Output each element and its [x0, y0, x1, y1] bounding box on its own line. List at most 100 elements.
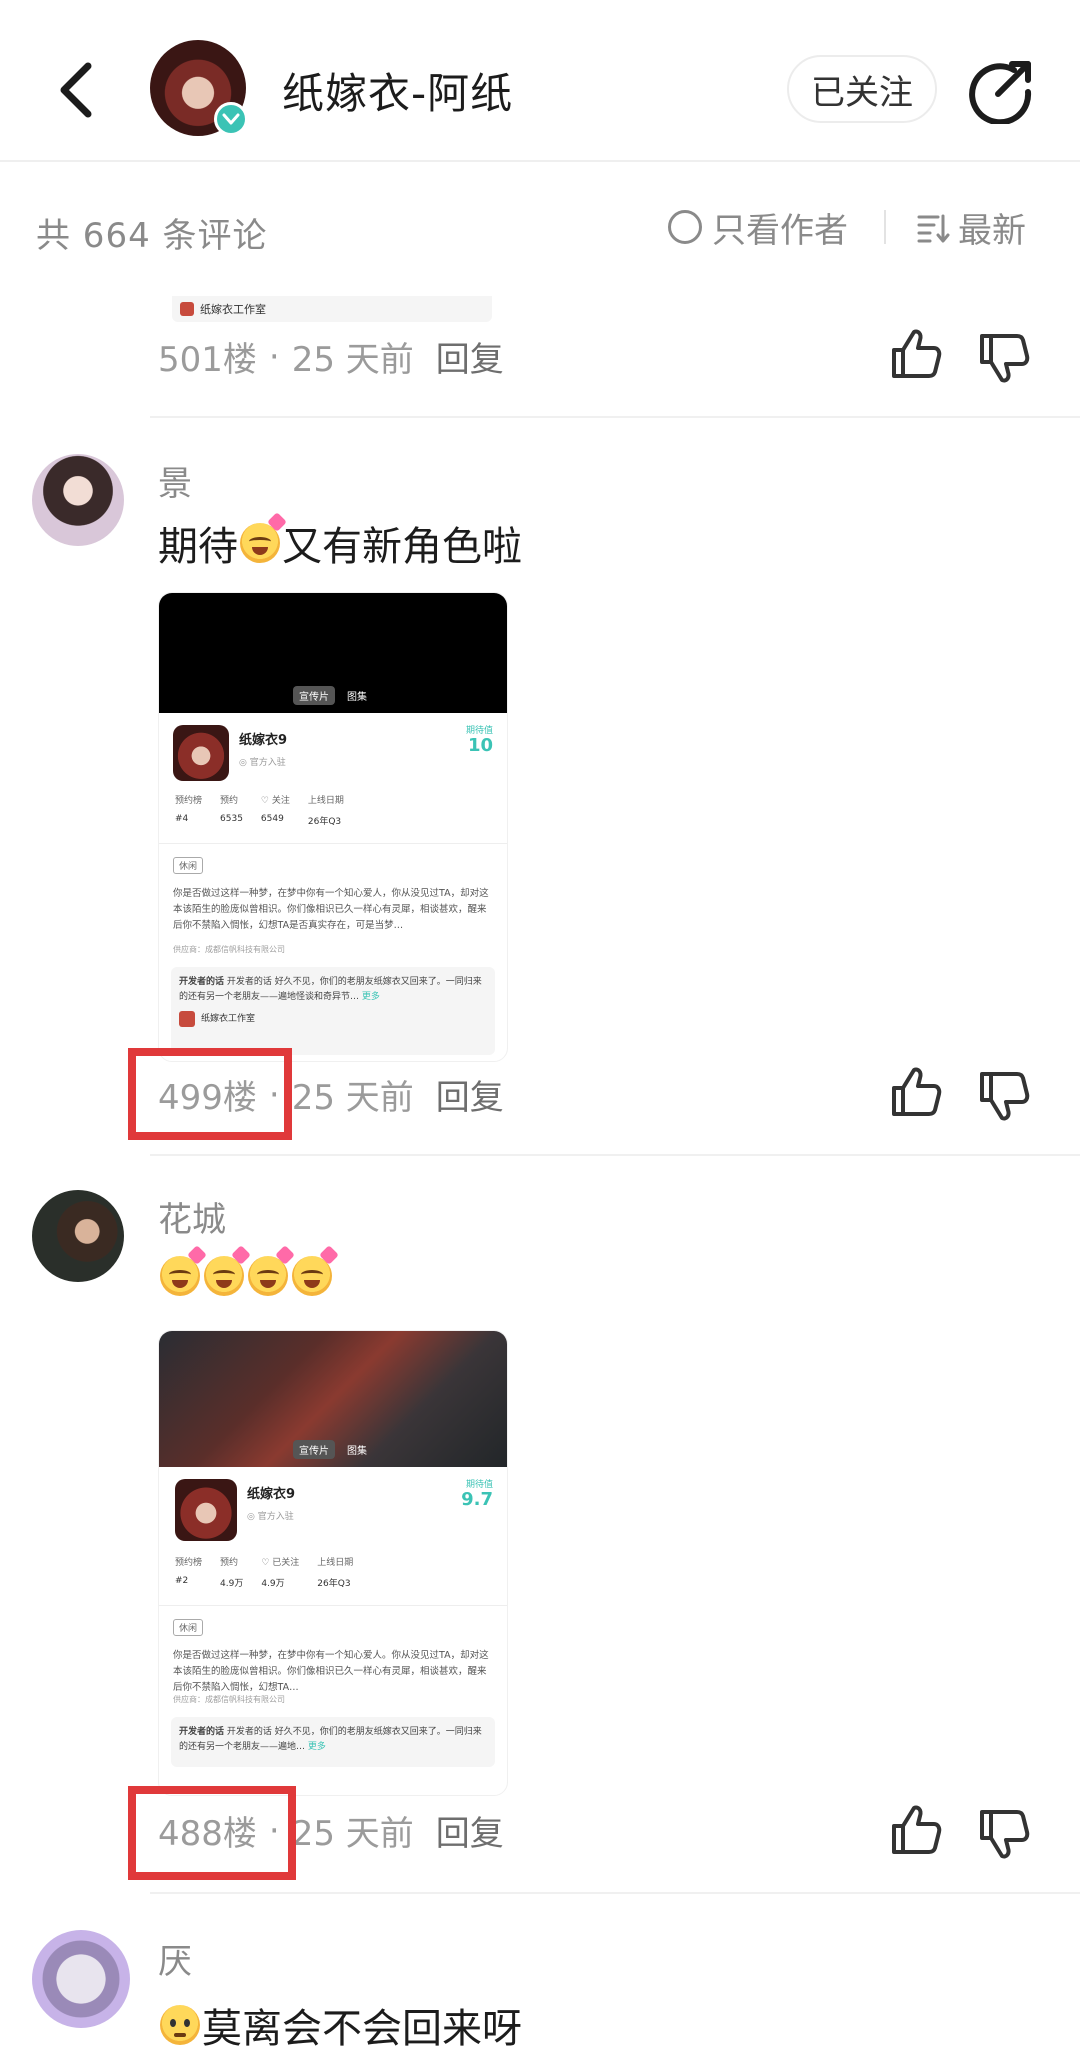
divider	[150, 1892, 1080, 1894]
comment-time: 25 天前	[291, 340, 414, 380]
blush-emoji-icon	[240, 512, 287, 563]
banner-tabs: 宣传片 图集	[293, 686, 373, 705]
blush-emoji-icon	[248, 1245, 295, 1296]
dev-note-text: 开发者的话 好久不见，你们的老朋友纸嫁衣又回来了。一同归来的还有另一个老朋友——…	[179, 1727, 482, 1752]
stat-item: 上线日期 26年Q3	[307, 796, 344, 827]
studio-name: 纸嫁衣工作室	[201, 1013, 256, 1024]
radio-circle-icon	[668, 210, 702, 244]
app-description: 你是否做过这样一种梦，在梦中你有一个知心爱人，你从没见过TA，却对这本该陌生的脸…	[173, 888, 489, 931]
blush-emoji-icon	[160, 1245, 207, 1296]
stat-item: 预约榜 #4	[175, 796, 203, 824]
commenter-name[interactable]: 厌	[158, 1934, 192, 1983]
divider	[159, 843, 507, 844]
thumbs-up-icon	[892, 1067, 942, 1116]
divider	[150, 1154, 1080, 1156]
verified-badge-icon	[214, 102, 248, 136]
commenter-name[interactable]: 景	[158, 456, 192, 505]
more-link[interactable]: 更多	[308, 1742, 326, 1752]
stat-item: 预约 6535	[220, 796, 243, 824]
dev-note-title: 开发者的话	[179, 1727, 225, 1737]
tab-video[interactable]: 宣传片	[293, 686, 335, 705]
comment-meta: 501楼 · 25 天前 回复	[158, 332, 504, 381]
app-info: 纸嫁衣9 ◎ 官方入驻 期待值 10	[159, 713, 507, 793]
floor-number: 501楼	[158, 340, 257, 380]
comment-text: 期待 又有新角色啦	[158, 512, 522, 572]
chevron-left-icon	[60, 62, 92, 118]
score-value: 9.7	[461, 1489, 493, 1510]
supplier-text: 供应商：成都信帆科技有限公司	[173, 945, 285, 954]
sort-button[interactable]: 最新	[916, 204, 1026, 251]
score-value: 10	[467, 735, 493, 756]
follow-button[interactable]: 已关注	[787, 55, 937, 123]
app-icon	[175, 1479, 237, 1541]
thumbs-up-icon	[892, 329, 942, 378]
developer-note: 开发者的话 开发者的话 好久不见，你们的老朋友纸嫁衣又回来了。一同归来的还有另一…	[171, 967, 495, 1055]
stat-item: 预约榜 #2	[175, 1558, 203, 1586]
studio-name: 纸嫁衣工作室	[200, 303, 266, 316]
tab-gallery[interactable]: 图集	[341, 686, 373, 705]
pleading-emoji-icon	[160, 2005, 200, 2045]
game-card[interactable]: 宣传片 图集 纸嫁衣9 ◎ 官方入驻 期待值 9.7 预约榜 #2 预约 4.9万 …	[158, 1330, 508, 1796]
card-banner[interactable]: 宣传片 图集	[159, 1331, 507, 1467]
thumbs-down-icon	[980, 1072, 1030, 1121]
stat-item: ♡ 关注 6549	[260, 796, 290, 824]
blush-emoji-icon	[204, 1245, 251, 1296]
stat-item: 预约 4.9万	[220, 1558, 244, 1589]
supplier-text: 供应商：成都信帆科技有限公司	[173, 1695, 285, 1704]
app-description: 你是否做过这样一种梦，在梦中你有一个知心爱人。你从没见过TA，却对这本该陌生的脸…	[173, 1650, 489, 1692]
stat-item: ♡ 已关注 4.9万	[261, 1558, 300, 1589]
comment-text-part: 期待	[158, 524, 238, 570]
app-name: 纸嫁衣9	[247, 1487, 296, 1502]
comment-text: 莫离会不会回来呀	[158, 1996, 522, 2054]
dislike-button[interactable]	[976, 1068, 1032, 1124]
tab-video[interactable]: 宣传片	[293, 1440, 335, 1459]
reply-button[interactable]: 回复	[436, 1806, 504, 1855]
comment-text-part: 莫离会不会回来呀	[202, 2006, 522, 2052]
back-button[interactable]	[48, 55, 104, 125]
genre-tag: 休闲	[173, 1619, 204, 1636]
comment-text	[158, 1245, 339, 1296]
comment-count: 共 664 条评论	[36, 216, 268, 256]
app-info: 纸嫁衣9 ◎ 官方入驻 期待值 9.7	[159, 1467, 507, 1547]
like-button[interactable]	[888, 326, 944, 382]
blush-emoji-icon	[292, 1245, 339, 1296]
share-icon	[969, 61, 1032, 126]
comment-time: 25 天前	[291, 1814, 414, 1854]
official-tag: ◎ 官方入驻	[247, 1512, 294, 1522]
dislike-button[interactable]	[976, 330, 1032, 386]
banner-tabs: 宣传片 图集	[293, 1440, 373, 1459]
app-stats: 预约榜 #2 预约 4.9万 ♡ 已关注 4.9万 上线日期 26年Q3	[159, 1555, 507, 1599]
top-bar: 纸嫁衣-阿纸 已关注	[0, 0, 1080, 162]
commenter-name[interactable]: 花城	[158, 1192, 226, 1241]
studio-row: 纸嫁衣工作室	[179, 1011, 487, 1027]
partial-card-footer: 纸嫁衣工作室	[172, 296, 492, 322]
app-name: 纸嫁衣9	[239, 733, 288, 748]
reply-button[interactable]: 回复	[436, 332, 504, 381]
commenter-avatar[interactable]	[32, 454, 124, 546]
author-only-toggle[interactable]: 只看作者	[668, 204, 848, 251]
commenter-avatar[interactable]	[32, 1190, 124, 1282]
like-button[interactable]	[888, 1064, 944, 1120]
like-button[interactable]	[888, 1802, 944, 1858]
reply-button[interactable]: 回复	[436, 1070, 504, 1119]
card-banner[interactable]: 宣传片 图集	[159, 593, 507, 713]
genre-tag: 休闲	[173, 857, 204, 874]
highlight-box	[128, 1786, 296, 1880]
tab-gallery[interactable]: 图集	[341, 1440, 373, 1459]
highlight-box	[128, 1048, 292, 1140]
share-button[interactable]	[968, 58, 1038, 126]
comment-filter-bar: 共 664 条评论 只看作者 最新	[0, 162, 1080, 294]
sort-label: 最新	[958, 210, 1026, 251]
more-link[interactable]: 更多	[362, 992, 380, 1002]
game-card[interactable]: 宣传片 图集 纸嫁衣9 ◎ 官方入驻 期待值 10 预约榜 #4 预约 6535 ♡…	[158, 592, 508, 1062]
dev-note-title: 开发者的话	[179, 977, 225, 987]
dislike-button[interactable]	[976, 1806, 1032, 1862]
developer-note: 开发者的话 开发者的话 好久不见，你们的老朋友纸嫁衣又回来了。一同归来的还有另一…	[171, 1717, 495, 1767]
official-tag: ◎ 官方入驻	[239, 758, 286, 768]
separator-dot: ·	[268, 336, 280, 377]
divider	[884, 210, 886, 244]
page-title: 纸嫁衣-阿纸	[282, 69, 514, 118]
app-icon	[173, 725, 229, 781]
commenter-avatar[interactable]	[32, 1930, 130, 2028]
author-avatar[interactable]	[150, 40, 248, 136]
